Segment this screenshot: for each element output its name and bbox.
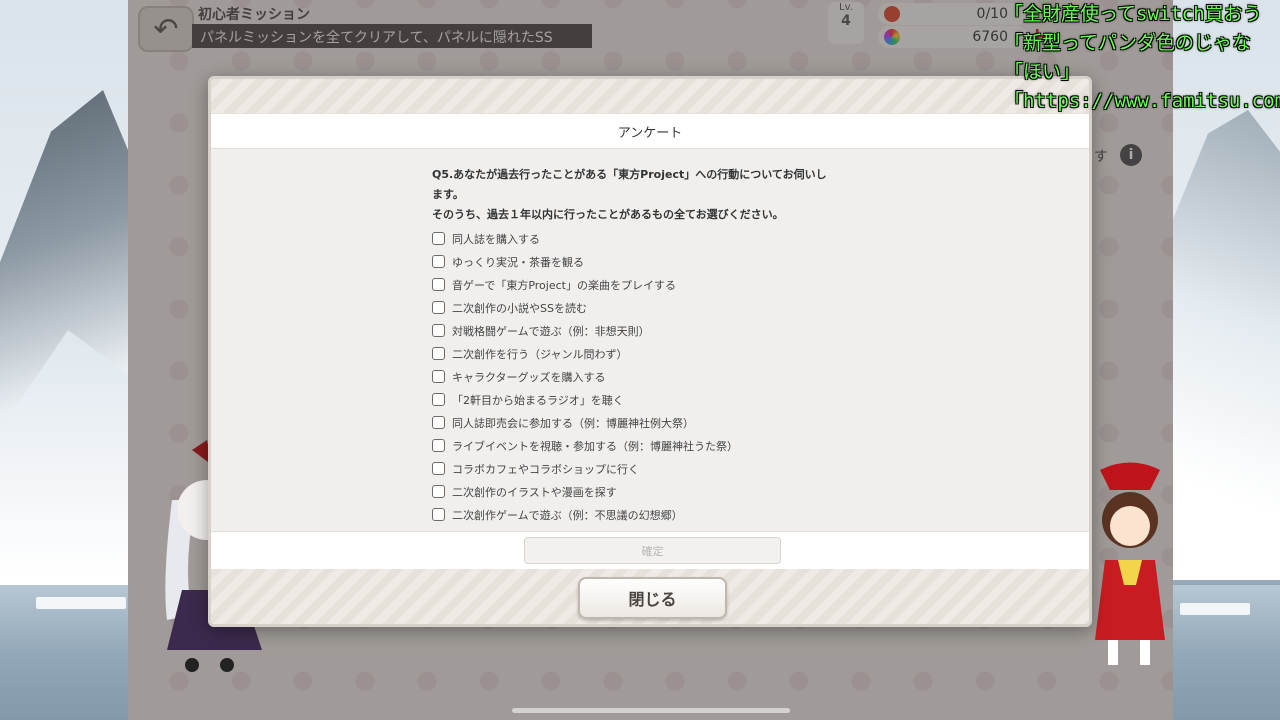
survey-dialog: アンケート Q5.あなたが過去行ったことがある「東方Project」への行動につ… [208,76,1092,627]
question-line: そのうち、過去１年以内に行ったことがあるもの全てお選びください。 [432,208,784,221]
dialog-body[interactable]: Q5.あなたが過去行ったことがある「東方Project」への行動についてお伺いし… [211,151,1089,531]
checkbox[interactable] [432,347,445,360]
question-line: ます。 [432,188,464,201]
info-icon[interactable]: i [1120,144,1142,166]
option-item[interactable]: 音ゲーで「東方Project」の楽曲をプレイする [432,273,892,296]
confirm-bar: 確定 [211,531,1089,569]
confirm-button[interactable]: 確定 [524,537,781,564]
side-text-fragment: す [1094,149,1108,165]
character-right [1095,462,1165,665]
checkbox[interactable] [432,393,445,406]
mission-title: 初心者ミッション [198,7,310,23]
option-label: ゆっくり実況・茶番を観る [452,255,584,269]
comment-line: 「新型ってパンダ色のじゃな [1004,32,1252,54]
option-label: 二次創作の小説やSSを読む [452,301,587,315]
checkbox[interactable] [432,301,445,314]
option-label: コラボカフェやコラボショップに行く [452,462,639,476]
checkbox[interactable] [432,370,445,383]
option-item[interactable]: 二次創作ゲームで遊ぶ（例：不思議の幻想郷） [432,503,892,526]
dialog-title: アンケート [617,125,683,141]
back-button[interactable]: ↶ [138,6,194,52]
checkbox[interactable] [432,324,445,337]
option-item[interactable]: 二次創作を行う（ジャンル問わず） [432,342,892,365]
option-label: 二次創作のイラストや漫画を探す [452,485,617,499]
option-label: 「2軒目から始まるラジオ」を聴く [452,393,624,407]
level-value: 4 [841,13,851,29]
question-text: Q5.あなたが過去行ったことがある「東方Project」への行動についてお伺いし… [432,165,892,225]
flame-icon [884,6,900,22]
option-label: 同人誌を購入する [452,232,540,246]
comment-overlay: 「全財産使ってswitch買おう 「新型ってパンダ色のじゃな 「ほい」 「htt… [1004,0,1280,116]
option-label: ライブイベントを視聴・参加する（例：博麗神社うた祭） [452,439,738,453]
level-label: Lv. [839,2,853,13]
option-label: 音ゲーで「東方Project」の楽曲をプレイする [452,278,676,292]
question-line: Q5.あなたが過去行ったことがある「東方Project」への行動についてお伺いし [432,168,827,181]
option-label: 同人誌即売会に参加する（例：博麗神社例大祭） [452,416,694,430]
survey-content: Q5.あなたが過去行ったことがある「東方Project」への行動についてお伺いし… [432,165,892,531]
option-label: 対戦格闘ゲームで遊ぶ（例：非想天則） [452,324,650,338]
checkbox[interactable] [432,232,445,245]
option-item[interactable]: 二次創作の小説やSSを読む [432,296,892,319]
option-item[interactable]: 同人誌を購入する [432,227,892,250]
option-item[interactable]: キャラクターグッズを購入する [432,365,892,388]
option-label: 二次創作を行う（ジャンル問わず） [452,347,628,361]
option-item[interactable]: 同人誌即売会に参加する（例：博麗神社例大祭） [432,411,892,434]
ice-floe [36,597,126,609]
option-label: 二次創作ゲームで遊ぶ（例：不思議の幻想郷） [452,508,683,522]
comment-line: 「ほい」 [1004,61,1081,83]
dialog-footer: 閉じる [211,569,1089,624]
checkbox[interactable] [432,255,445,268]
checkbox[interactable] [432,416,445,429]
mission-description: パネルミッションを全てクリアして、パネルに隠れたSS [192,24,592,48]
ice-floe [1180,603,1250,615]
home-indicator[interactable] [512,708,790,713]
option-list: 同人誌を購入する ゆっくり実況・茶番を観る 音ゲーで「東方Project」の楽曲… [432,227,892,531]
back-arrow-icon: ↶ [153,11,179,47]
option-item[interactable]: コラボカフェやコラボショップに行く [432,457,892,480]
option-item[interactable]: 二次創作のイラストや漫画を探す [432,480,892,503]
option-item[interactable]: 「2軒目から始まるラジオ」を聴く [432,388,892,411]
option-item[interactable]: ライブイベントを視聴・参加する（例：博麗神社うた祭） [432,434,892,457]
checkbox[interactable] [432,508,445,521]
comment-line: 「https://www.famitsu.com/ [1004,90,1280,112]
option-item[interactable]: ゆっくり実況・茶番を観る [432,250,892,273]
dialog-decoration-top [211,79,1089,113]
checkbox[interactable] [432,278,445,291]
option-label: キャラクターグッズを購入する [452,370,606,384]
close-button[interactable]: 閉じる [578,577,727,619]
rainbow-gem-icon [884,29,900,45]
checkbox[interactable] [432,439,445,452]
option-item[interactable]: 対戦格闘ゲームで遊ぶ（例：非想天則） [432,319,892,342]
dialog-header: アンケート [211,113,1089,149]
comment-line: 「全財産使ってswitch買おう [1004,3,1262,25]
checkbox[interactable] [432,485,445,498]
checkbox[interactable] [432,462,445,475]
currency-value: 6760 [972,29,1008,45]
level-badge: Lv. 4 [828,2,864,44]
